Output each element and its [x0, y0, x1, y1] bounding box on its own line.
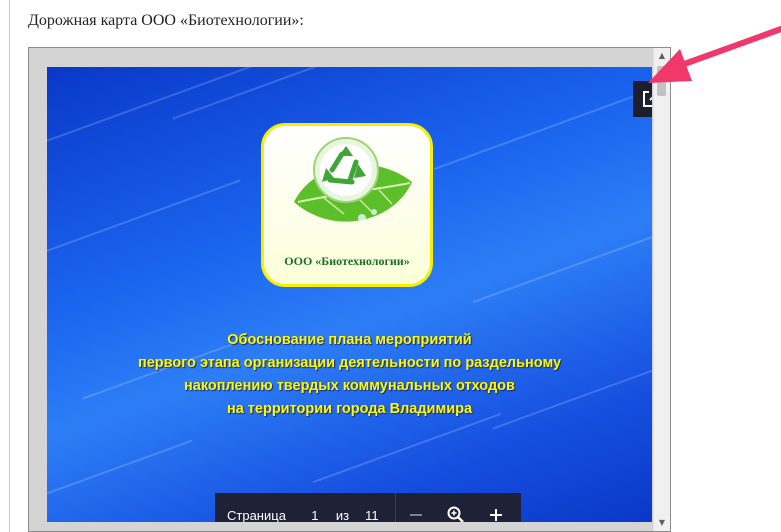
vertical-scrollbar[interactable]: ▲ ▼: [653, 48, 670, 531]
page-heading: Дорожная карта ООО «Биотехнологии»:: [28, 12, 304, 29]
slide-title-line: накоплению твердых коммунальных отходов: [184, 378, 515, 394]
slide-title-line: Обоснование плана мероприятий: [227, 332, 472, 348]
recycle-leaf-icon: [294, 137, 412, 222]
pointer-arrow-icon: [648, 26, 781, 83]
viewer-toolbar: Страница 1 из 11: [215, 493, 521, 522]
company-logo: ООО «Биотехнологии»: [261, 123, 433, 287]
magnifier-icon: [447, 506, 464, 522]
presentation-viewer[interactable]: ООО «Биотехнологии» Обоснование плана ме…: [28, 47, 671, 532]
page-label: Страница: [227, 507, 286, 523]
of-label: из: [335, 507, 350, 523]
chevron-down-icon[interactable]: ▼: [654, 515, 670, 531]
slide-title: Обоснование плана мероприятий первого эт…: [47, 329, 652, 421]
zoom-reset-button[interactable]: [436, 493, 476, 522]
minus-icon: [409, 514, 422, 516]
logo-caption: ООО «Биотехнологии»: [284, 254, 410, 268]
zoom-out-button[interactable]: [396, 493, 436, 522]
slide-title-line: на территории города Владимира: [226, 401, 473, 417]
plus-icon: [489, 509, 502, 521]
current-page-number[interactable]: 1: [308, 508, 322, 523]
zoom-in-button[interactable]: [476, 493, 516, 522]
slide-title-line: первого этапа организации деятельности п…: [137, 355, 562, 371]
presentation-slide: ООО «Биотехнологии» Обоснование плана ме…: [47, 67, 652, 522]
total-pages: 11: [365, 507, 379, 523]
